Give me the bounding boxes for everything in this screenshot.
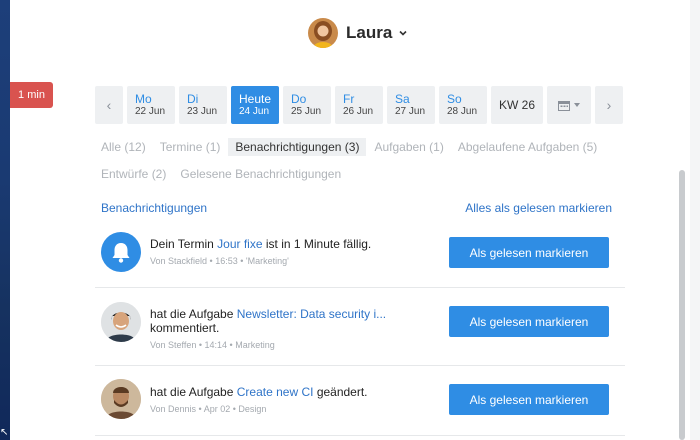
day-fr[interactable]: Fr 26 Jun bbox=[335, 86, 383, 124]
scroll-track bbox=[690, 0, 700, 440]
day-date: 28 Jun bbox=[447, 106, 478, 117]
filter-tabs: Alle (12) Termine (1) Benachrichtigungen… bbox=[101, 137, 621, 191]
day-name: Mo bbox=[135, 92, 152, 106]
tab-termine[interactable]: Termine (1) bbox=[160, 140, 221, 154]
day-date: 22 Jun bbox=[135, 106, 166, 117]
day-do[interactable]: Do 25 Jun bbox=[283, 86, 331, 124]
notification-link[interactable]: Newsletter: Data security i... bbox=[237, 307, 386, 321]
calendar-icon bbox=[558, 100, 570, 111]
notification-item: Dein Termin Jour fixe ist in 1 Minute fä… bbox=[95, 222, 625, 288]
mark-read-button[interactable]: Als gelesen markieren bbox=[449, 306, 609, 337]
calendar-picker-button[interactable] bbox=[547, 86, 591, 124]
day-name: Do bbox=[291, 92, 307, 106]
day-date: 25 Jun bbox=[291, 106, 322, 117]
user-menu[interactable]: Laura bbox=[308, 18, 408, 48]
left-sidebar-edge: ↖ bbox=[0, 0, 10, 440]
next-week-button[interactable]: › bbox=[595, 86, 623, 124]
timer-badge: 1 min bbox=[10, 82, 53, 108]
notification-post: geändert. bbox=[316, 385, 368, 399]
day-sa[interactable]: Sa 27 Jun bbox=[387, 86, 435, 124]
tab-aufgaben[interactable]: Aufgaben (1) bbox=[374, 140, 443, 154]
notification-link[interactable]: Create new CI bbox=[237, 385, 314, 399]
notification-pre: hat die Aufgabe bbox=[150, 385, 234, 399]
mark-read-button[interactable]: Als gelesen markieren bbox=[449, 237, 609, 268]
day-name: Di bbox=[187, 92, 199, 106]
notification-meta: Von Dennis • Apr 02 • Design bbox=[150, 404, 267, 414]
tab-alle[interactable]: Alle (12) bbox=[101, 140, 146, 154]
day-date: 24 Jun bbox=[239, 106, 270, 117]
day-name: Sa bbox=[395, 92, 410, 106]
tab-gelesene-benachrichtigungen[interactable]: Gelesene Benachrichtigungen bbox=[180, 167, 341, 181]
mark-read-button[interactable]: Als gelesen markieren bbox=[449, 384, 609, 415]
notification-text: hat die Aufgabe Create new CI geändert. … bbox=[150, 385, 390, 416]
day-so[interactable]: So 28 Jun bbox=[439, 86, 487, 124]
chevron-down-icon bbox=[399, 30, 407, 36]
notification-meta: Von Steffen • 14:14 • Marketing bbox=[150, 340, 275, 350]
day-heute[interactable]: Heute 24 Jun bbox=[231, 86, 279, 124]
week-button[interactable]: KW 26 bbox=[491, 86, 543, 124]
caret-down-icon bbox=[574, 103, 580, 107]
avatar-steffen bbox=[101, 302, 141, 342]
scrollbar-thumb[interactable] bbox=[679, 170, 685, 440]
notification-item: hat die Aufgabe Create new CI geändert. … bbox=[95, 366, 625, 436]
notification-item: hat die Aufgabe Newsletter: Data securit… bbox=[95, 288, 625, 366]
prev-week-button[interactable]: ‹ bbox=[95, 86, 123, 124]
day-name: So bbox=[447, 92, 462, 106]
day-name: Heute bbox=[239, 92, 272, 106]
week-label: KW 26 bbox=[498, 98, 535, 112]
notification-text: hat die Aufgabe Newsletter: Data securit… bbox=[150, 307, 390, 352]
cursor-icon: ↖ bbox=[0, 427, 9, 438]
tab-benachrichtigungen[interactable]: Benachrichtigungen (3) bbox=[228, 138, 367, 156]
mark-all-read-link[interactable]: Alles als gelesen markieren bbox=[465, 201, 612, 215]
chevron-right-icon: › bbox=[606, 97, 612, 113]
bell-icon bbox=[101, 232, 141, 272]
day-mo[interactable]: Mo 22 Jun bbox=[127, 86, 175, 124]
notification-post: kommentiert. bbox=[150, 321, 220, 335]
tab-entwuerfe[interactable]: Entwürfe (2) bbox=[101, 167, 166, 181]
day-di[interactable]: Di 23 Jun bbox=[179, 86, 227, 124]
user-avatar bbox=[308, 18, 338, 48]
section-title[interactable]: Benachrichtigungen bbox=[101, 201, 207, 215]
notification-link[interactable]: Jour fixe bbox=[217, 237, 262, 251]
chevron-left-icon: ‹ bbox=[106, 97, 112, 113]
day-date: 26 Jun bbox=[343, 106, 374, 117]
date-navigation: ‹ Mo 22 Jun Di 23 Jun Heute 24 Jun Do 25… bbox=[95, 86, 623, 124]
notification-pre: Dein Termin bbox=[150, 237, 214, 251]
tab-abgelaufene-aufgaben[interactable]: Abgelaufene Aufgaben (5) bbox=[458, 140, 597, 154]
day-date: 27 Jun bbox=[395, 106, 426, 117]
timer-label: 1 min bbox=[18, 89, 45, 101]
avatar-dennis bbox=[101, 379, 141, 419]
day-date: 23 Jun bbox=[187, 106, 218, 117]
notification-pre: hat die Aufgabe bbox=[150, 307, 234, 321]
day-name: Fr bbox=[343, 92, 355, 106]
notification-post: ist in 1 Minute fällig. bbox=[265, 237, 372, 251]
notification-text: Dein Termin Jour fixe ist in 1 Minute fä… bbox=[150, 237, 390, 268]
user-name: Laura bbox=[346, 23, 393, 42]
notification-meta: Von Stackfield • 16:53 • 'Marketing' bbox=[150, 256, 289, 266]
